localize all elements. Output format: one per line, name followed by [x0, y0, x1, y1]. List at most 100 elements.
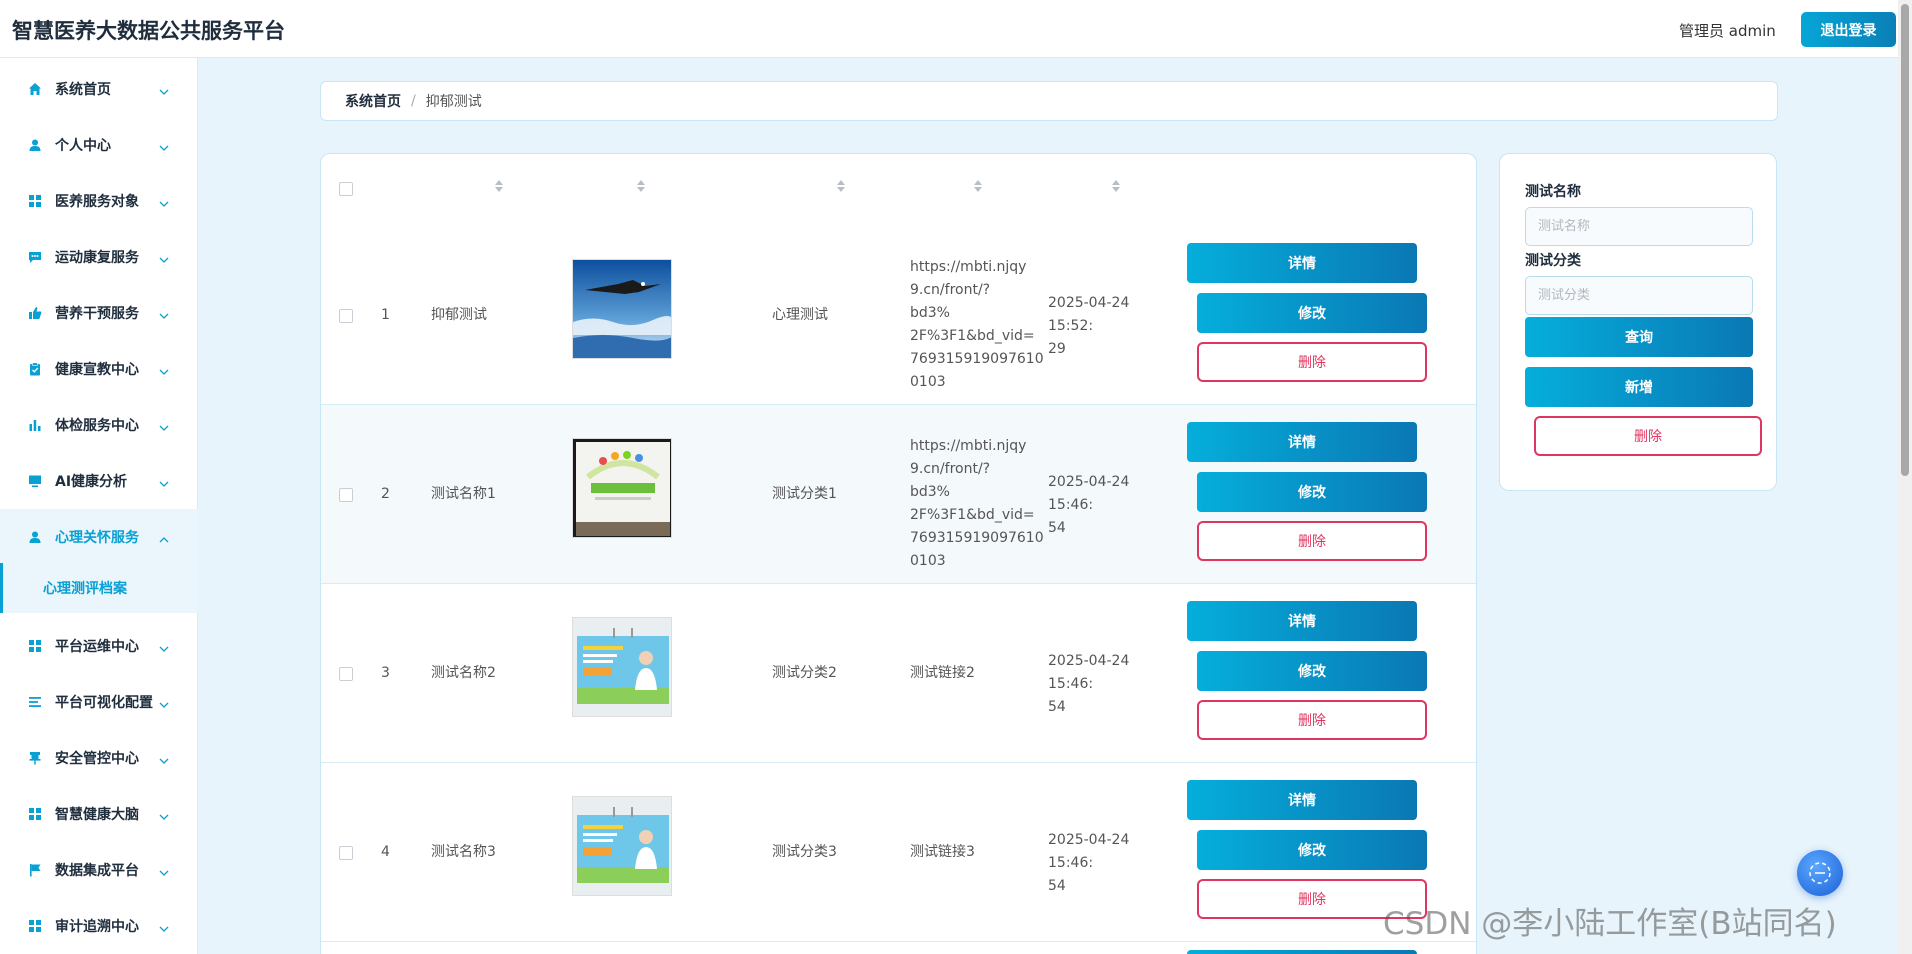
chevron-down-icon — [158, 640, 170, 652]
category-field-label: 测试分类 — [1525, 253, 1581, 269]
sort-icon[interactable] — [494, 178, 504, 192]
test-category: 测试分类1 — [772, 486, 837, 502]
created-time: 2025-04-24 15:46: 54 — [1048, 471, 1178, 540]
time-line: 54 — [1048, 520, 1066, 536]
table-row: 4 测试名称3 测试分类3 测试链接3 2025-04-24 15:46: 54 详情 修改删… — [321, 763, 1476, 942]
test-thumbnail[interactable] — [572, 259, 672, 359]
bar-chart-icon — [28, 418, 42, 432]
sidebar-item-label: 心理关怀服务 — [55, 530, 139, 546]
sidebar-item-label: 个人中心 — [55, 138, 111, 154]
data-table: 1 抑郁测试 心理测试 https://mbti.njqy 9.cn/front/?bd… — [320, 153, 1477, 954]
sort-icon[interactable] — [973, 178, 983, 192]
table-row: 1 抑郁测试 心理测试 https://mbti.njqy 9.cn/front/?bd… — [321, 226, 1476, 405]
detail-button-partial[interactable] — [1187, 950, 1417, 954]
row-index: 3 — [381, 665, 390, 681]
breadcrumb-current: 抑郁测试 — [425, 94, 482, 110]
row-checkbox[interactable] — [339, 846, 353, 860]
name-search-input[interactable] — [1525, 207, 1753, 246]
row-checkbox[interactable] — [339, 667, 353, 681]
category-search-input[interactable] — [1525, 276, 1753, 315]
sidebar-item-13[interactable]: 智慧健康大脑 — [0, 786, 198, 842]
delete-button[interactable]: 删除 — [1197, 700, 1427, 740]
row-index: 4 — [381, 844, 390, 860]
row-checkbox[interactable] — [339, 488, 353, 502]
row-index: 2 — [381, 486, 390, 502]
chevron-down-icon — [158, 475, 170, 487]
chevron-down-icon — [158, 696, 170, 708]
detail-button[interactable]: 详情 — [1187, 780, 1417, 820]
scrollbar-thumb[interactable] — [1901, 4, 1909, 476]
row-index: 1 — [381, 307, 390, 323]
sidebar-item-10[interactable]: 平台运维中心 — [0, 618, 198, 674]
test-thumbnail[interactable] — [572, 617, 672, 717]
sidebar-item-3[interactable]: 医养服务对象 — [0, 173, 198, 229]
chevron-down-icon — [158, 363, 170, 375]
select-all-checkbox[interactable] — [339, 182, 353, 196]
sidebar-item-label: 医养服务对象 — [55, 194, 139, 210]
sidebar-item-9[interactable]: 心理关怀服务 — [0, 509, 198, 565]
sidebar-item-2[interactable]: 个人中心 — [0, 117, 198, 173]
time-line: 2025-04-24 15:52: — [1048, 295, 1130, 334]
sidebar-item-5[interactable]: 营养干预服务 — [0, 285, 198, 341]
query-button[interactable]: 查询 — [1525, 317, 1753, 357]
test-name: 测试名称1 — [431, 486, 496, 502]
sidebar-item-label: 数据集成平台 — [55, 863, 139, 879]
user-icon — [28, 530, 42, 544]
sidebar-item-8[interactable]: AI健康分析 — [0, 453, 198, 509]
test-name: 抑郁测试 — [431, 307, 487, 323]
edit-button[interactable]: 修改 — [1197, 293, 1427, 333]
time-line: 2025-04-24 15:46: — [1048, 832, 1130, 871]
sidebar-item-15[interactable]: 审计追溯中心 — [0, 898, 198, 954]
floating-action-button[interactable] — [1797, 850, 1843, 896]
link-line: 9.cn/front/?bd3% — [910, 282, 991, 321]
test-thumbnail[interactable] — [572, 796, 672, 896]
sidebar-item-11[interactable]: 平台可视化配置 — [0, 674, 198, 730]
page-scrollbar[interactable] — [1898, 0, 1912, 954]
chevron-down-icon — [158, 307, 170, 319]
sidebar-item-14[interactable]: 数据集成平台 — [0, 842, 198, 898]
sidebar-item-label: 体检服务中心 — [55, 418, 139, 434]
delete-button[interactable]: 删除 — [1197, 342, 1427, 382]
sidebar-item-6[interactable]: 健康宣教中心 — [0, 341, 198, 397]
test-category: 测试分类3 — [772, 844, 837, 860]
sidebar-item-1[interactable]: 系统首页 — [0, 61, 198, 117]
search-panel: 测试名称 测试分类 查询 新增 删除 — [1499, 153, 1777, 491]
link-line: 769315919097610 — [910, 530, 1044, 546]
chat-icon — [28, 250, 42, 264]
edit-button[interactable]: 修改 — [1197, 651, 1427, 691]
sidebar: 系统首页个人中心医养服务对象运动康复服务营养干预服务 健康宣教中心 体检服务中心 AI… — [0, 58, 198, 954]
table-row: 3 测试名称2 测试分类2 测试链接2 2025-04-24 15:46: 54 详情 修改删… — [321, 584, 1476, 763]
sidebar-item-12[interactable]: 安全管控中心 — [0, 730, 198, 786]
time-line: 54 — [1048, 699, 1066, 715]
sidebar-item-label: 健康宣教中心 — [55, 362, 139, 378]
delete-button[interactable]: 删除 — [1197, 521, 1427, 561]
link-line: https://mbti.njqy — [910, 259, 1027, 275]
add-button[interactable]: 新增 — [1525, 367, 1753, 407]
detail-button[interactable]: 详情 — [1187, 243, 1417, 283]
chevron-down-icon — [158, 419, 170, 431]
detail-button[interactable]: 详情 — [1187, 601, 1417, 641]
row-checkbox[interactable] — [339, 309, 353, 323]
sidebar-item-label: 营养干预服务 — [55, 306, 139, 322]
breadcrumb-home[interactable]: 系统首页 — [345, 91, 401, 111]
list-icon — [28, 695, 42, 709]
time-line: 29 — [1048, 341, 1066, 357]
logout-button[interactable]: 退出登录 — [1801, 12, 1896, 47]
sort-icon[interactable] — [1111, 178, 1121, 192]
edit-button[interactable]: 修改 — [1197, 472, 1427, 512]
sort-icon[interactable] — [836, 178, 846, 192]
submenu-label: 心理测评档案 — [43, 581, 127, 597]
edit-button[interactable]: 修改 — [1197, 830, 1427, 870]
sidebar-item-7[interactable]: 体检服务中心 — [0, 397, 198, 453]
test-category: 心理测试 — [772, 307, 828, 323]
sidebar-item-label: 智慧健康大脑 — [55, 807, 139, 823]
batch-delete-button[interactable]: 删除 — [1534, 416, 1762, 456]
sidebar-item-4[interactable]: 运动康复服务 — [0, 229, 198, 285]
admin-label: 管理员 admin — [1679, 22, 1776, 40]
sidebar-item-label: AI健康分析 — [55, 474, 128, 490]
detail-button[interactable]: 详情 — [1187, 422, 1417, 462]
test-thumbnail[interactable] — [572, 438, 672, 538]
created-time: 2025-04-24 15:52: 29 — [1048, 292, 1178, 361]
sort-icon[interactable] — [636, 178, 646, 192]
submenu-item-active[interactable]: 心理测评档案 — [0, 563, 198, 613]
